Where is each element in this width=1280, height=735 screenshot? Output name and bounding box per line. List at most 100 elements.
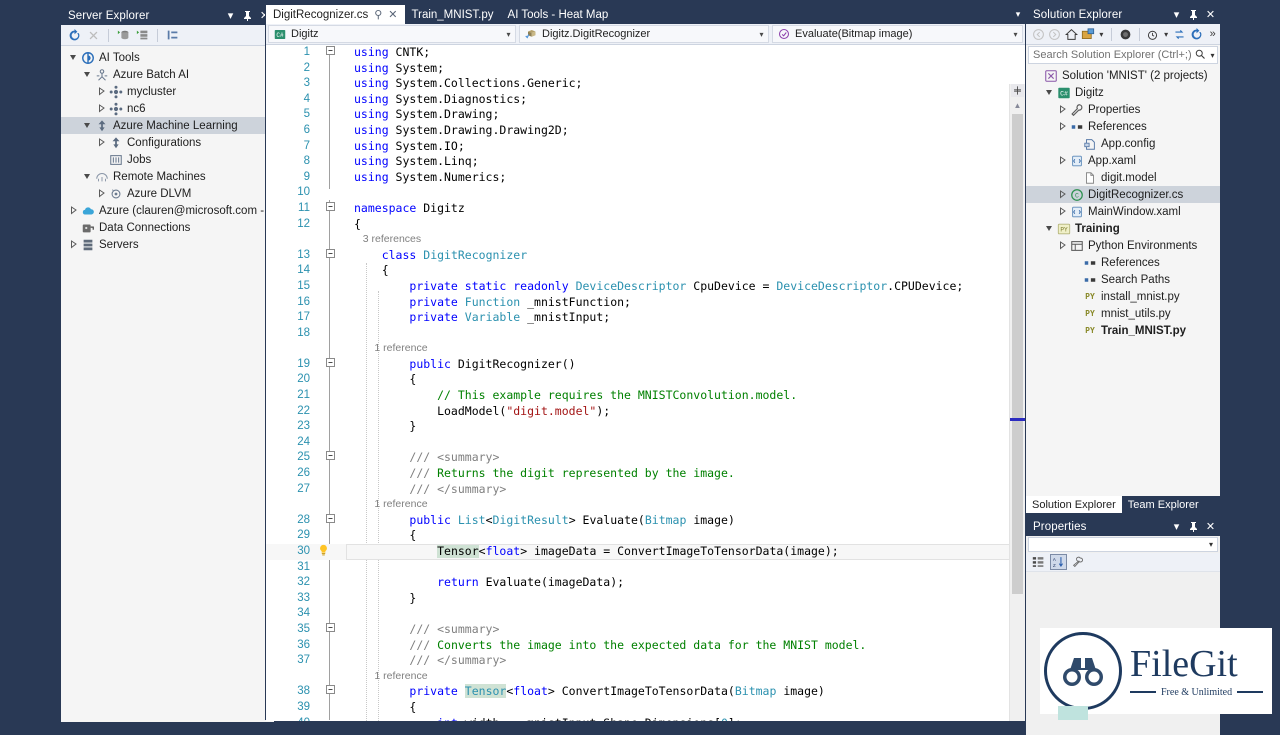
code-line[interactable]: 25 /// <summary> [266, 450, 1025, 466]
code-line[interactable]: 16 private Function _mnistFunction; [266, 295, 1025, 311]
code-line[interactable]: 26 /// Returns the digit represented by … [266, 466, 1025, 482]
show-all-files-icon[interactable] [1146, 26, 1161, 42]
panel-close-icon[interactable]: ✕ [1203, 519, 1218, 535]
toolbar-overflow-icon[interactable]: » [1205, 26, 1220, 42]
categorized-icon[interactable] [1030, 554, 1047, 570]
code-line[interactable]: 40 int width = _mnistInput.Shape.Dimensi… [266, 716, 1025, 721]
editor-tab[interactable]: DigitRecognizer.cs ⚲ ✕ [266, 5, 405, 24]
code-line[interactable]: 27 /// </summary> [266, 482, 1025, 498]
code-line[interactable]: 37 /// </summary> [266, 653, 1025, 669]
twisty-icon[interactable] [95, 185, 108, 202]
tree-item[interactable]: MainWindow.xaml [1026, 203, 1220, 220]
connect-database-icon[interactable] [115, 27, 132, 43]
code-line[interactable]: 19 public DigitRecognizer() [266, 357, 1025, 373]
twisty-icon[interactable] [95, 100, 108, 117]
navbar-project-dropdown[interactable]: C# Digitz ▾ [268, 25, 516, 43]
chevron-down-icon[interactable]: ▾ [1009, 30, 1022, 39]
twisty-icon[interactable] [1056, 237, 1069, 254]
code-line[interactable]: 20 { [266, 372, 1025, 388]
twisty-icon[interactable] [95, 151, 108, 168]
dock-tab[interactable]: Team Explorer [1122, 496, 1205, 513]
tree-item[interactable]: nc6 [61, 100, 274, 117]
code-line[interactable]: 15 private static readonly DeviceDescrip… [266, 279, 1025, 295]
code-line[interactable]: 23 } [266, 419, 1025, 435]
code-line[interactable]: 13 class DigitRecognizer [266, 248, 1025, 264]
tree-item[interactable]: C DigitRecognizer.cs [1026, 186, 1220, 203]
code-editor-surface[interactable]: 1 using CNTK; 2 using System; 3 using System.… [266, 45, 1025, 721]
panel-pin-icon[interactable] [240, 8, 255, 24]
tree-item[interactable]: Jobs [61, 151, 274, 168]
tree-item[interactable]: Solution 'MNIST' (2 projects) [1026, 67, 1220, 84]
chevron-down-icon[interactable]: ▾ [1205, 540, 1217, 549]
twisty-icon[interactable] [67, 236, 80, 253]
home-icon[interactable] [1064, 26, 1079, 42]
code-line[interactable]: 18 [266, 326, 1025, 342]
code-line[interactable]: 6 using System.Drawing.Drawing2D; [266, 123, 1025, 139]
twisty-icon[interactable] [1056, 101, 1069, 118]
code-line[interactable]: 39 { [266, 700, 1025, 716]
fold-toggle[interactable] [324, 622, 336, 638]
twisty-icon[interactable] [81, 168, 94, 185]
property-pages-icon[interactable] [1070, 554, 1087, 570]
tree-item[interactable]: Configurations [61, 134, 274, 151]
tree-item[interactable]: Azure Batch AI [61, 66, 274, 83]
lightbulb-icon[interactable] [316, 544, 330, 561]
code-line[interactable]: 28 public List<DigitResult> Evaluate(Bit… [266, 513, 1025, 529]
twisty-icon[interactable] [1043, 84, 1056, 101]
tree-item[interactable]: Remote Machines [61, 168, 274, 185]
code-line[interactable]: 30 Tensor<float> imageData = ConvertImag… [266, 544, 1025, 560]
twisty-icon[interactable] [81, 117, 94, 134]
tree-item[interactable]: References [1026, 118, 1220, 135]
code-line[interactable]: 36 /// Converts the image into the expec… [266, 638, 1025, 654]
twisty-icon[interactable] [95, 134, 108, 151]
pending-changes-icon[interactable] [1081, 26, 1096, 42]
editor-tab[interactable]: Train_MNIST.py [405, 5, 501, 24]
chevron-down-icon[interactable]: ▾ [1098, 26, 1106, 42]
code-line[interactable]: 35 /// <summary> [266, 622, 1025, 638]
code-line[interactable]: 12 { [266, 217, 1025, 233]
twisty-icon[interactable] [1069, 271, 1082, 288]
code-line[interactable]: 5 using System.Drawing; [266, 107, 1025, 123]
tree-item[interactable]: Search Paths [1026, 271, 1220, 288]
code-line[interactable]: 32 return Evaluate(imageData); [266, 575, 1025, 591]
twisty-icon[interactable] [67, 49, 80, 66]
tree-item[interactable]: PY mnist_utils.py [1026, 305, 1220, 322]
tree-item[interactable]: C# Digitz [1026, 84, 1220, 101]
twisty-icon[interactable] [1043, 220, 1056, 237]
fold-toggle[interactable] [324, 513, 336, 529]
code-line[interactable]: 11 namespace Digitz [266, 201, 1025, 217]
alphabetical-icon[interactable]: AZ [1050, 554, 1067, 570]
tree-item[interactable]: PY Train_MNIST.py [1026, 322, 1220, 339]
code-line[interactable]: 1 reference [266, 341, 1025, 357]
twisty-icon[interactable] [1069, 135, 1082, 152]
twisty-icon[interactable] [1069, 322, 1082, 339]
tree-item[interactable]: Properties [1026, 101, 1220, 118]
server-explorer-tree[interactable]: AI Tools Azure Batch AI mycluster nc6 Azure … [61, 46, 274, 722]
twisty-icon[interactable] [1069, 254, 1082, 271]
code-line[interactable]: 33 } [266, 591, 1025, 607]
chevron-down-icon[interactable]: ▾ [755, 30, 768, 39]
code-line[interactable]: 10 [266, 185, 1025, 201]
code-line[interactable]: 1 using CNTK; [266, 45, 1025, 61]
code-line[interactable]: 3 references [266, 232, 1025, 248]
tree-item[interactable]: Python Environments [1026, 237, 1220, 254]
code-line[interactable]: 31 [266, 560, 1025, 576]
twisty-icon[interactable] [95, 83, 108, 100]
twisty-icon[interactable] [1069, 169, 1082, 186]
code-line[interactable]: 1 reference [266, 669, 1025, 685]
scrollbar-thumb[interactable] [1012, 114, 1023, 594]
fold-toggle[interactable] [324, 201, 336, 217]
code-line[interactable]: 29 { [266, 528, 1025, 544]
twisty-icon[interactable] [1030, 67, 1043, 84]
code-line[interactable]: 2 using System; [266, 61, 1025, 77]
refresh-icon[interactable] [66, 27, 83, 43]
twisty-icon[interactable] [67, 219, 80, 236]
pin-icon[interactable]: ⚲ [374, 8, 382, 21]
code-line[interactable]: 9 using System.Numerics; [266, 170, 1025, 186]
tree-item[interactable]: Servers [61, 236, 274, 253]
tree-item[interactable]: Azure (clauren@microsoft.com - 7 subscri… [61, 202, 274, 219]
panel-pin-icon[interactable] [1186, 519, 1201, 535]
twisty-icon[interactable] [67, 202, 80, 219]
fold-toggle[interactable] [324, 450, 336, 466]
chevron-down-icon[interactable]: ▾ [1208, 51, 1217, 60]
